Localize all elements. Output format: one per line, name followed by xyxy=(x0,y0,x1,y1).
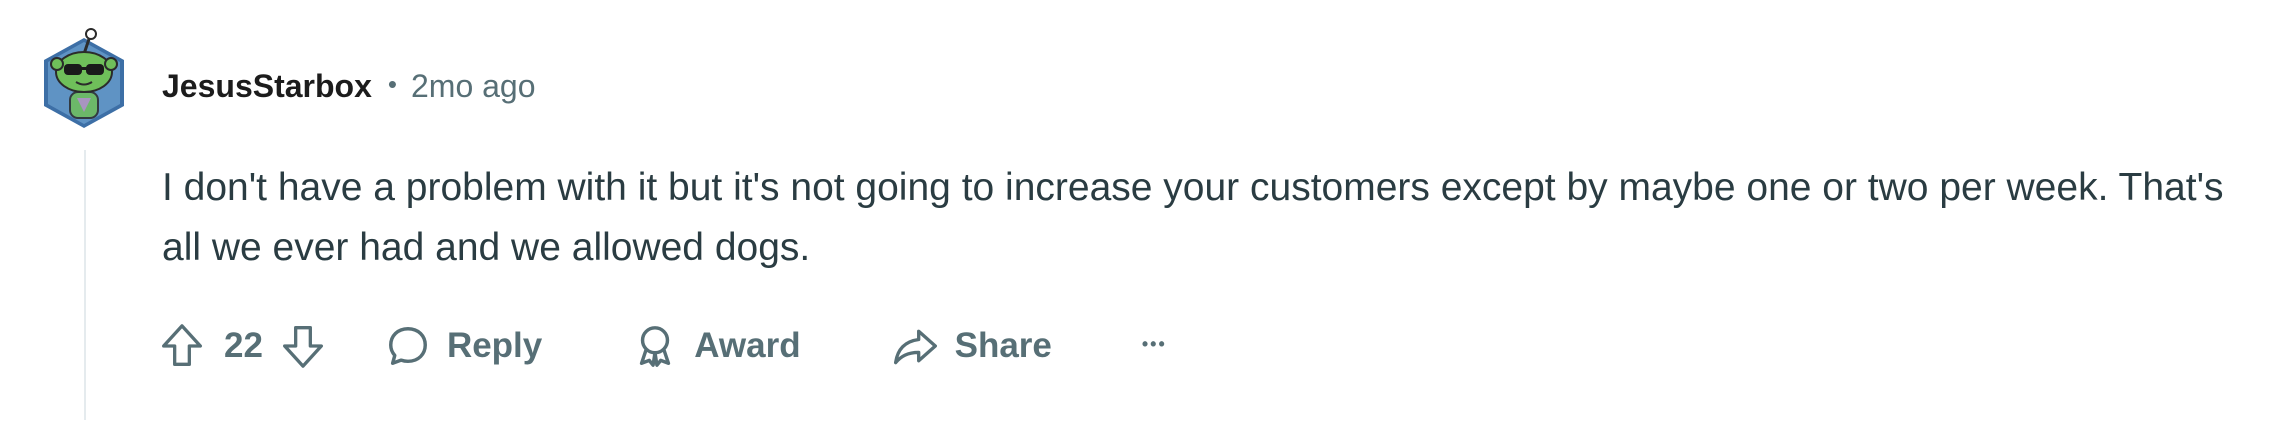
award-label: Award xyxy=(694,326,801,365)
ellipsis-icon: ••• xyxy=(1141,333,1167,354)
vote-score: 22 xyxy=(224,326,263,365)
more-options-button[interactable]: ••• xyxy=(1141,333,1167,357)
arrow-down-outline-icon xyxy=(282,326,323,368)
comment-header: JesusStarbox • 2mo ago xyxy=(162,62,536,110)
username[interactable]: JesusStarbox xyxy=(162,68,372,105)
comment-body: I don't have a problem with it but it's … xyxy=(162,166,2224,269)
arrow-up-outline-icon xyxy=(162,324,202,366)
reply-button[interactable]: Reply xyxy=(385,323,542,369)
reply-label: Reply xyxy=(446,326,543,365)
thread-line[interactable] xyxy=(84,150,86,420)
award-ribbon-icon xyxy=(640,326,671,367)
downvote-button[interactable] xyxy=(281,322,325,370)
share-arrow-icon xyxy=(893,329,937,365)
award-button[interactable]: Award xyxy=(632,323,801,369)
timestamp[interactable]: 2mo ago xyxy=(411,68,536,105)
share-button[interactable]: Share xyxy=(891,323,1052,369)
speech-bubble-icon xyxy=(388,327,427,365)
snoo-avatar-icon xyxy=(44,28,124,128)
meta-separator: • xyxy=(387,68,397,99)
upvote-button[interactable] xyxy=(160,322,204,370)
avatar[interactable] xyxy=(34,24,134,136)
comment-actions: 22 Reply Award Share ••• xyxy=(160,318,1167,374)
share-label: Share xyxy=(954,326,1052,365)
